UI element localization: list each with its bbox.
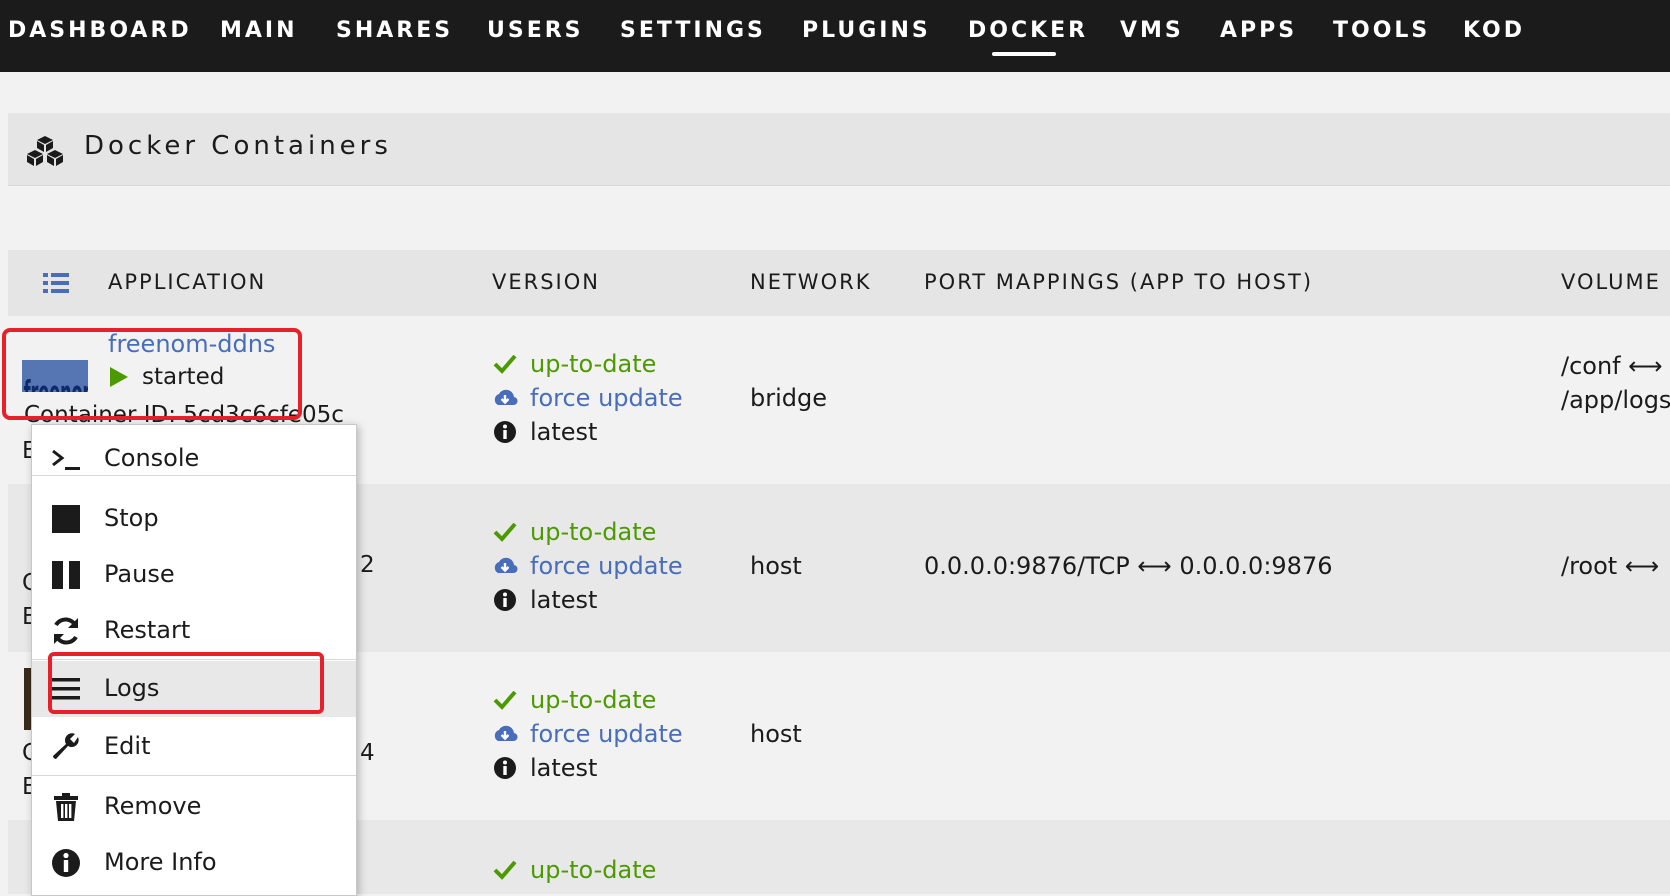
tag-text: latest [530,754,598,782]
version-tag: latest [492,754,597,782]
terminal-icon [52,449,80,470]
nav-tools[interactable]: TOOLS [1333,18,1430,43]
container-id-fragment: 2 [360,552,375,578]
cloud-download-icon [494,389,518,406]
network-value: bridge [750,384,828,412]
up-to-date-text: up-to-date [530,350,657,378]
menu-label: Edit [104,732,151,760]
up-to-date-text: up-to-date [530,856,657,884]
tag-text: latest [530,586,598,614]
cubes-icon [27,136,63,166]
section-title-bar: Docker Containers [8,113,1670,186]
check-icon [493,690,517,710]
menu-item-pause[interactable]: Pause [32,549,356,601]
force-update-text[interactable]: force update [530,720,683,748]
menu-label: Pause [104,560,175,588]
version-status: up-to-date [492,686,656,714]
highlight-box [48,652,324,714]
header-network[interactable]: NETWORK [750,270,871,294]
network-value: host [750,552,802,580]
cloud-download-icon [494,725,518,742]
port-mapping-value: 0.0.0.0:9876/TCP ⟷ 0.0.0.0:9876 [924,552,1333,580]
wrench-icon [53,733,79,759]
header-application[interactable]: APPLICATION [108,270,266,294]
nav-apps[interactable]: APPS [1220,18,1297,43]
stop-icon [52,505,80,533]
page-title: Docker Containers [84,131,392,161]
menu-label: Restart [104,616,191,644]
force-update-link[interactable]: force update [492,720,683,748]
menu-label: Stop [104,504,159,532]
up-to-date-text: up-to-date [530,518,657,546]
menu-item-remove[interactable]: Remove [32,781,356,833]
menu-item-stop[interactable]: Stop [32,493,356,545]
tag-text: latest [530,418,598,446]
check-icon [493,860,517,880]
nav-docker[interactable]: DOCKER [968,18,1088,43]
version-status: up-to-date [492,518,656,546]
nav-dashboard[interactable]: DASHBOARD [8,18,192,43]
version-status: up-to-date [492,350,656,378]
nav-settings[interactable]: SETTINGS [620,18,766,43]
menu-item-edit[interactable]: Edit [32,721,356,773]
menu-label: Console [104,444,200,472]
menu-divider [32,475,356,476]
nav-active-indicator [992,52,1056,56]
check-icon [493,522,517,542]
volume-value: /app/logs [1561,386,1670,414]
version-tag: latest [492,586,597,614]
info-icon [494,589,516,611]
info-icon [494,421,516,443]
info-icon [494,757,516,779]
network-value: host [750,720,802,748]
container-id-fragment: 4 [360,740,375,766]
nav-shares[interactable]: SHARES [336,18,453,43]
menu-label: Remove [104,792,202,820]
volume-value: /root ⟷ [1561,552,1660,580]
nav-main[interactable]: MAIN [220,18,298,43]
header-volume[interactable]: VOLUME [1561,270,1661,294]
menu-item-restart[interactable]: Restart [32,605,356,657]
force-update-link[interactable]: force update [492,384,683,412]
top-nav: DASHBOARD MAIN SHARES USERS SETTINGS PLU… [0,0,1670,72]
refresh-icon [54,617,78,645]
nav-users[interactable]: USERS [487,18,584,43]
list-view-icon[interactable] [42,271,70,295]
cloud-download-icon [494,557,518,574]
menu-divider [32,775,356,776]
check-icon [493,354,517,374]
menu-item-console[interactable]: Console [32,433,356,485]
menu-label: More Info [104,848,217,876]
version-tag: latest [492,418,597,446]
pause-icon [52,561,80,589]
trash-icon [54,793,78,821]
force-update-text[interactable]: force update [530,384,683,412]
version-status: up-to-date [492,856,656,884]
force-update-link[interactable]: force update [492,552,683,580]
nav-vms[interactable]: VMS [1120,18,1184,43]
volume-value: /conf ⟷ [1561,352,1663,380]
info-icon [52,849,80,877]
header-version[interactable]: VERSION [492,270,600,294]
highlight-box [2,328,302,420]
up-to-date-text: up-to-date [530,686,657,714]
force-update-text[interactable]: force update [530,552,683,580]
menu-item-more-info[interactable]: More Info [32,837,356,889]
nav-plugins[interactable]: PLUGINS [802,18,931,43]
table-header: APPLICATION VERSION NETWORK PORT MAPPING… [8,250,1670,316]
nav-kod[interactable]: KOD [1463,18,1525,43]
header-port-mappings[interactable]: PORT MAPPINGS (APP TO HOST) [924,270,1313,294]
